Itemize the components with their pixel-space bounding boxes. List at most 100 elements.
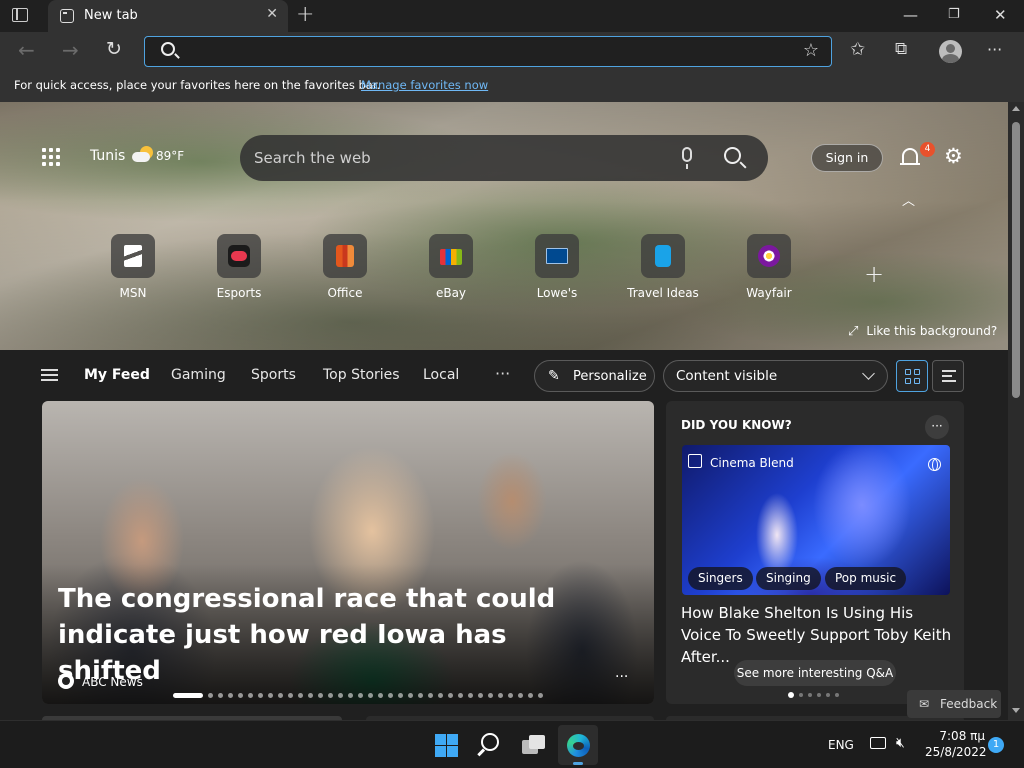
pagination-dot[interactable] — [538, 693, 543, 698]
add-favorite-star-icon[interactable]: ☆ — [803, 40, 819, 61]
scroll-down-arrow-icon[interactable] — [1012, 708, 1020, 713]
more-tabs-icon[interactable]: ··· — [495, 364, 510, 383]
weather-city[interactable]: Tunis — [90, 148, 125, 164]
content-visibility-dropdown[interactable]: Content visible — [663, 360, 888, 392]
pagination-dot[interactable] — [528, 693, 533, 698]
add-quick-link-plus-icon[interactable]: + — [864, 260, 884, 288]
new-tab-button[interactable]: + — [296, 2, 314, 27]
restore-button[interactable]: ❐ — [948, 7, 960, 22]
pagination-dot[interactable] — [799, 693, 803, 697]
pagination-dot[interactable] — [348, 693, 353, 698]
weather-temperature[interactable]: 89°F — [156, 149, 184, 163]
pagination-dot[interactable] — [228, 693, 233, 698]
main-news-more-icon[interactable]: ··· — [615, 669, 628, 685]
quick-link-travel-ideas[interactable]: Travel Ideas — [623, 234, 703, 300]
pagination-dot[interactable] — [428, 693, 433, 698]
pagination-dot[interactable] — [328, 693, 333, 698]
pagination-dot[interactable] — [358, 693, 363, 698]
tab-actions-icon[interactable] — [12, 8, 28, 22]
pagination-dot[interactable] — [458, 693, 463, 698]
collections-icon[interactable]: ⧉ — [895, 39, 907, 59]
pagination-dot[interactable] — [378, 693, 383, 698]
pagination-dot[interactable] — [468, 693, 473, 698]
windows-start-icon[interactable] — [435, 734, 458, 757]
hamburger-menu-icon[interactable] — [41, 369, 58, 381]
pagination-dot[interactable] — [826, 693, 830, 697]
network-icon[interactable] — [870, 737, 886, 749]
pagination-dot[interactable] — [278, 693, 283, 698]
pagination-dot[interactable] — [398, 693, 403, 698]
pagination-dot[interactable] — [318, 693, 323, 698]
address-bar[interactable]: ☆ — [144, 36, 832, 67]
tag-chip[interactable]: Pop music — [825, 567, 907, 590]
pagination-dot[interactable] — [248, 693, 253, 698]
web-search-input[interactable] — [254, 146, 674, 170]
microphone-icon[interactable] — [682, 147, 692, 169]
search-icon[interactable] — [724, 147, 741, 164]
tab-close-icon[interactable]: ✕ — [266, 6, 278, 22]
pagination-dot[interactable] — [308, 693, 313, 698]
pagination-dot[interactable] — [438, 693, 443, 698]
quick-link-ebay[interactable]: eBay — [411, 234, 491, 300]
main-news-headline[interactable]: The congressional race that could indica… — [58, 581, 618, 689]
did-you-know-headline[interactable]: How Blake Shelton Is Using His Voice To … — [681, 602, 953, 668]
did-you-know-more-icon[interactable]: ··· — [925, 415, 949, 439]
clock-date[interactable]: 25/8/2022 — [925, 745, 987, 759]
pagination-dot[interactable] — [208, 693, 213, 698]
pagination-dot[interactable] — [238, 693, 243, 698]
feed-tab-top-stories[interactable]: Top Stories — [323, 367, 400, 383]
task-view-icon[interactable] — [522, 735, 546, 755]
pagination-dot[interactable] — [518, 693, 523, 698]
input-language[interactable]: ENG — [828, 738, 854, 752]
feed-tab-gaming[interactable]: Gaming — [171, 367, 226, 383]
sign-in-button[interactable]: Sign in — [811, 144, 883, 172]
quick-link-msn[interactable]: MSN — [93, 234, 173, 300]
pagination-dot[interactable] — [448, 693, 453, 698]
speaker-muted-icon[interactable]: 🔇︎ — [896, 735, 905, 751]
page-scrollbar[interactable] — [1008, 102, 1024, 720]
notification-center-badge[interactable]: 1 — [988, 737, 1004, 753]
quick-link-wayfair[interactable]: Wayfair — [729, 234, 809, 300]
partly-sunny-icon[interactable] — [132, 146, 154, 164]
profile-avatar[interactable] — [939, 40, 962, 63]
pagination-dot[interactable] — [218, 693, 223, 698]
quick-link-lowes[interactable]: Lowe's — [517, 234, 597, 300]
pagination-dot[interactable] — [788, 692, 794, 698]
feed-tab-sports[interactable]: Sports — [251, 367, 296, 383]
app-launcher-icon[interactable] — [42, 148, 62, 168]
feed-tab-my-feed[interactable]: My Feed — [84, 367, 150, 383]
pagination-dot[interactable] — [388, 693, 393, 698]
pagination-dot[interactable] — [808, 693, 812, 697]
pagination-dot[interactable] — [298, 693, 303, 698]
tag-chip[interactable]: Singing — [756, 567, 821, 590]
web-search-box[interactable] — [240, 135, 768, 181]
did-you-know-pagination[interactable] — [788, 692, 844, 712]
pagination-dot[interactable] — [418, 693, 423, 698]
address-input[interactable] — [185, 41, 785, 63]
pagination-dot[interactable] — [288, 693, 293, 698]
quick-link-esports[interactable]: Esports — [199, 234, 279, 300]
list-layout-icon[interactable] — [932, 360, 964, 392]
scroll-up-arrow-icon[interactable] — [1012, 106, 1020, 111]
pagination-dot[interactable] — [268, 693, 273, 698]
tab-new-tab[interactable]: New tab ✕ — [48, 0, 288, 32]
did-you-know-image[interactable]: Cinema Blend Singers Singing Pop music — [682, 445, 950, 595]
page-settings-gear-icon[interactable]: ⚙ — [944, 146, 963, 167]
main-news-card[interactable]: The congressional race that could indica… — [42, 401, 654, 704]
notifications-bell-icon[interactable] — [900, 148, 920, 165]
tag-chip[interactable]: Singers — [688, 567, 753, 590]
like-background-link[interactable]: ⤢ Like this background? — [848, 324, 997, 339]
pagination-dot[interactable] — [478, 693, 483, 698]
pagination-dot[interactable] — [488, 693, 493, 698]
pagination-dot[interactable] — [368, 693, 373, 698]
pagination-dot[interactable] — [408, 693, 413, 698]
carousel-pagination[interactable] — [173, 693, 548, 699]
manage-favorites-link[interactable]: Manage favorites now — [361, 78, 488, 92]
pagination-dot[interactable] — [508, 693, 513, 698]
feedback-button[interactable]: ✉ Feedback — [907, 690, 1001, 718]
feed-tab-local[interactable]: Local — [423, 367, 459, 383]
forward-button[interactable]: → — [62, 38, 79, 62]
minimize-button[interactable]: — — [903, 6, 918, 24]
collapse-chevron-up-icon[interactable]: ︿ — [902, 190, 915, 209]
personalize-button[interactable]: ✎ Personalize — [534, 360, 655, 392]
